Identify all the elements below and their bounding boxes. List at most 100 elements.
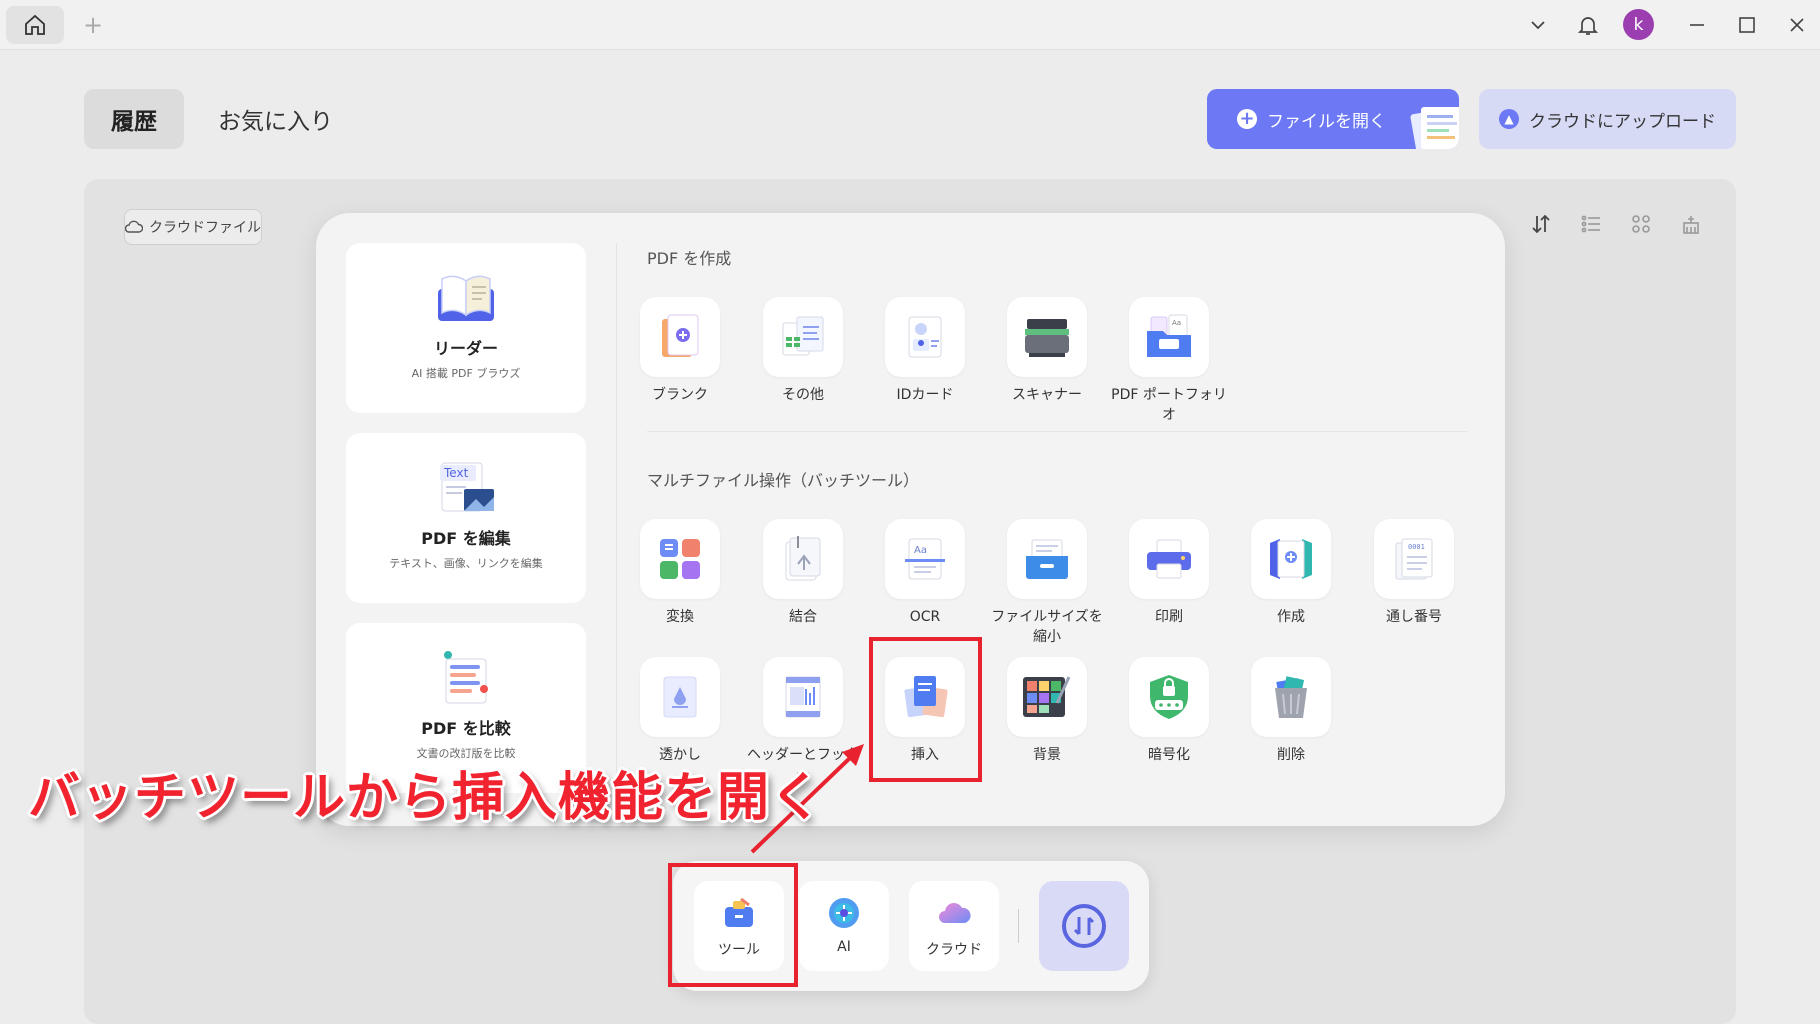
tool-bates-numbering[interactable]: 0001 通し番号 — [1354, 519, 1474, 627]
annotation-caption: バッチツールから挿入機能を開く — [28, 768, 824, 828]
convert-icon — [660, 539, 700, 579]
popup-divider — [616, 243, 617, 803]
tool-watermark[interactable]: 透かし — [620, 657, 740, 765]
tool-ocr-label: OCR — [909, 609, 941, 625]
combine-icon — [785, 536, 821, 581]
clear-history-icon[interactable] — [1676, 209, 1706, 239]
id-card-icon — [908, 316, 942, 358]
plus-icon: + — [1237, 109, 1257, 129]
watermark-icon — [663, 676, 697, 718]
dock-ai-button[interactable]: AI — [799, 881, 889, 971]
close-icon[interactable] — [1782, 10, 1812, 40]
edit-pdf-subtitle: テキスト、画像、リンクを編集 — [389, 557, 543, 570]
dock-cloud-button[interactable]: クラウド — [909, 881, 999, 971]
edit-text-badge: Text — [443, 466, 469, 480]
tool-scanner-label: スキャナー — [1012, 387, 1082, 403]
cloud-icon — [125, 220, 143, 233]
upload-arrow-icon: ▲ — [1499, 109, 1519, 129]
header-footer-icon — [785, 676, 821, 718]
svg-text:Aa: Aa — [914, 545, 927, 556]
trash-icon — [1275, 676, 1307, 718]
tool-id-card[interactable]: IDカード — [865, 297, 985, 405]
edit-pdf-title: PDF を編集 — [421, 529, 511, 548]
tool-other[interactable]: その他 — [743, 297, 863, 405]
cloud-upload-button[interactable]: ▲ クラウドにアップロード — [1479, 89, 1736, 149]
tool-blank[interactable]: ブランク — [620, 297, 740, 405]
dock-sync-button[interactable] — [1039, 881, 1129, 971]
sync-icon — [1062, 904, 1106, 948]
open-book-icon — [438, 275, 494, 321]
sort-icon[interactable] — [1526, 209, 1556, 239]
tool-encrypt-label: 暗号化 — [1148, 747, 1190, 763]
tool-print[interactable]: 印刷 — [1109, 519, 1229, 627]
tool-compress[interactable]: ファイルサイズを縮小 — [987, 519, 1107, 647]
tool-ocr[interactable]: Aa OCR — [865, 519, 985, 627]
compare-pdf-title: PDF を比較 — [421, 719, 511, 738]
title-bar: + k — [0, 0, 1820, 50]
home-tab[interactable] — [6, 6, 64, 44]
scanner-icon — [1025, 319, 1069, 357]
home-icon — [25, 14, 45, 35]
cloud-files-label: クラウドファイル — [149, 220, 261, 236]
tool-background-label: 背景 — [1033, 747, 1061, 763]
other-files-icon — [782, 316, 824, 356]
minimize-icon[interactable] — [1682, 10, 1712, 40]
tool-pdf-portfolio[interactable]: Aa PDF ポートフォリオ — [1109, 297, 1229, 425]
reader-subtitle: AI 搭載 PDF ブラウズ — [411, 367, 521, 380]
avatar[interactable]: k — [1623, 9, 1654, 40]
open-file-label: ファイルを開く — [1267, 111, 1386, 132]
section-separator — [647, 431, 1467, 432]
reader-title: リーダー — [433, 339, 498, 358]
documents-decoration-icon — [1410, 107, 1459, 149]
dock-separator — [1018, 909, 1019, 943]
cloud-files-chip[interactable]: クラウドファイル — [124, 209, 262, 245]
tool-compress-label: ファイルサイズを縮小 — [991, 609, 1103, 645]
background-palette-icon — [1023, 676, 1071, 717]
grid-view-icon[interactable] — [1626, 209, 1656, 239]
portfolio-icon: Aa — [1147, 314, 1191, 357]
printer-icon — [1147, 539, 1191, 579]
reader-card[interactable]: リーダー AI 搭載 PDF ブラウズ — [346, 243, 586, 413]
tool-create[interactable]: 作成 — [1231, 519, 1351, 627]
dock-ai-label: AI — [837, 939, 851, 955]
create-pdf-section-title: PDF を作成 — [647, 249, 732, 268]
batch-section-title: マルチファイル操作（バッチツール） — [647, 471, 920, 490]
tab-history[interactable]: 履歴 — [84, 89, 184, 149]
tab-favorites[interactable]: お気に入り — [218, 89, 333, 149]
compress-icon — [1026, 539, 1068, 579]
tool-convert[interactable]: 変換 — [620, 519, 740, 627]
tools-highlight-box — [668, 863, 798, 987]
list-view-icon[interactable] — [1576, 209, 1606, 239]
create-doc-icon — [1270, 539, 1312, 579]
tool-bates-numbering-label: 通し番号 — [1386, 609, 1442, 625]
compare-icon — [444, 651, 488, 704]
ocr-icon: Aa — [905, 538, 945, 580]
blank-page-icon — [662, 314, 699, 357]
tool-delete-label: 削除 — [1277, 747, 1305, 763]
tool-id-card-label: IDカード — [896, 387, 954, 403]
tool-other-label: その他 — [782, 387, 824, 403]
tool-print-label: 印刷 — [1155, 609, 1183, 625]
tool-background[interactable]: 背景 — [987, 657, 1107, 765]
tool-encrypt[interactable]: 暗号化 — [1109, 657, 1229, 765]
new-tab-button[interactable]: + — [78, 10, 108, 40]
tool-blank-label: ブランク — [652, 387, 708, 403]
ai-orb-icon — [829, 898, 859, 928]
svg-text:Aa: Aa — [1172, 319, 1181, 327]
tool-combine[interactable]: 結合 — [743, 519, 863, 627]
shield-lock-icon — [1150, 675, 1188, 719]
tool-scanner[interactable]: スキャナー — [987, 297, 1107, 405]
svg-text:0001: 0001 — [1408, 543, 1425, 551]
tool-delete[interactable]: 削除 — [1231, 657, 1351, 765]
cloud-icon — [939, 903, 971, 923]
dropdown-chevron-icon[interactable] — [1523, 10, 1553, 40]
dock-cloud-label: クラウド — [926, 942, 982, 958]
insert-highlight-box — [869, 637, 982, 782]
numbering-icon: 0001 — [1395, 538, 1433, 580]
edit-pdf-card[interactable]: Text PDF を編集 テキスト、画像、リンクを編集 — [346, 433, 586, 603]
maximize-icon[interactable] — [1732, 10, 1762, 40]
open-file-button[interactable]: + ファイルを開く — [1207, 89, 1459, 149]
bell-icon[interactable] — [1573, 10, 1603, 40]
edit-text-icon: Text — [440, 462, 494, 512]
tool-pdf-portfolio-label: PDF ポートフォリオ — [1111, 387, 1227, 423]
